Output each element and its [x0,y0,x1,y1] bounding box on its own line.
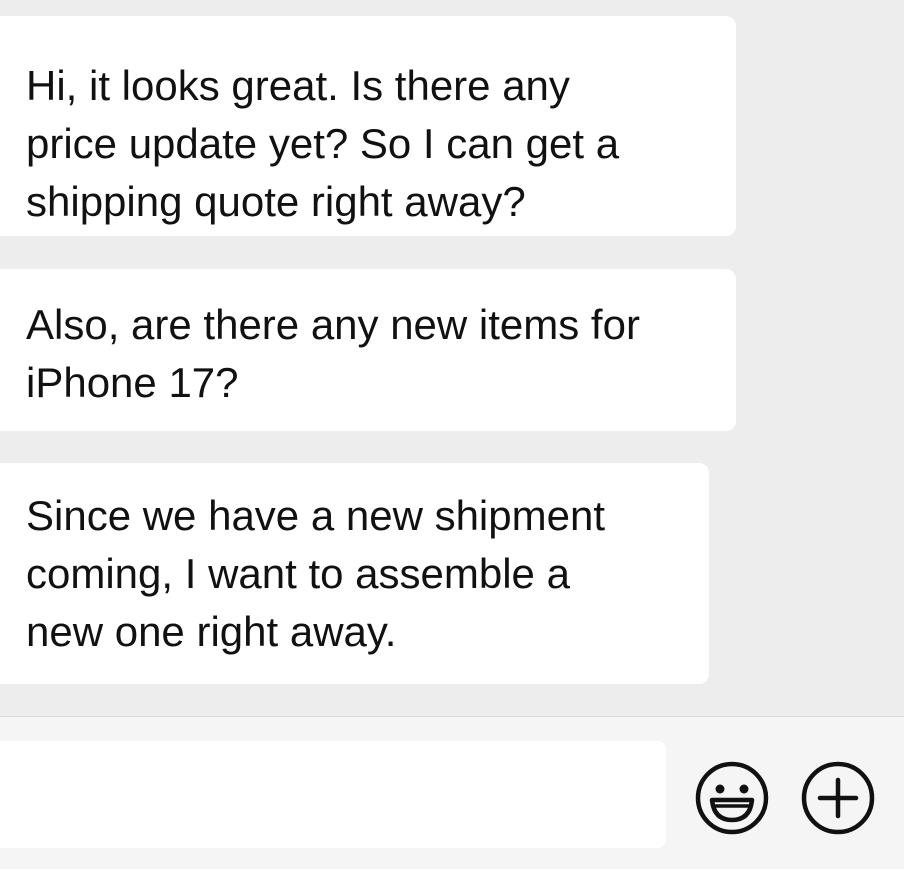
add-button[interactable] [800,760,876,836]
message-bubble[interactable]: Since we have a new shipment coming, I w… [0,463,709,684]
composer-bar [0,716,904,869]
plus-circle-icon [801,761,875,835]
message-bubble[interactable]: Also, are there any new items for iPhone… [0,269,736,431]
message-list: Hi, it looks great. Is there any price u… [0,0,904,716]
emoji-smile-icon [695,761,769,835]
message-input[interactable] [0,741,666,848]
message-bubble[interactable]: Hi, it looks great. Is there any price u… [0,16,736,236]
emoji-button[interactable] [694,760,770,836]
